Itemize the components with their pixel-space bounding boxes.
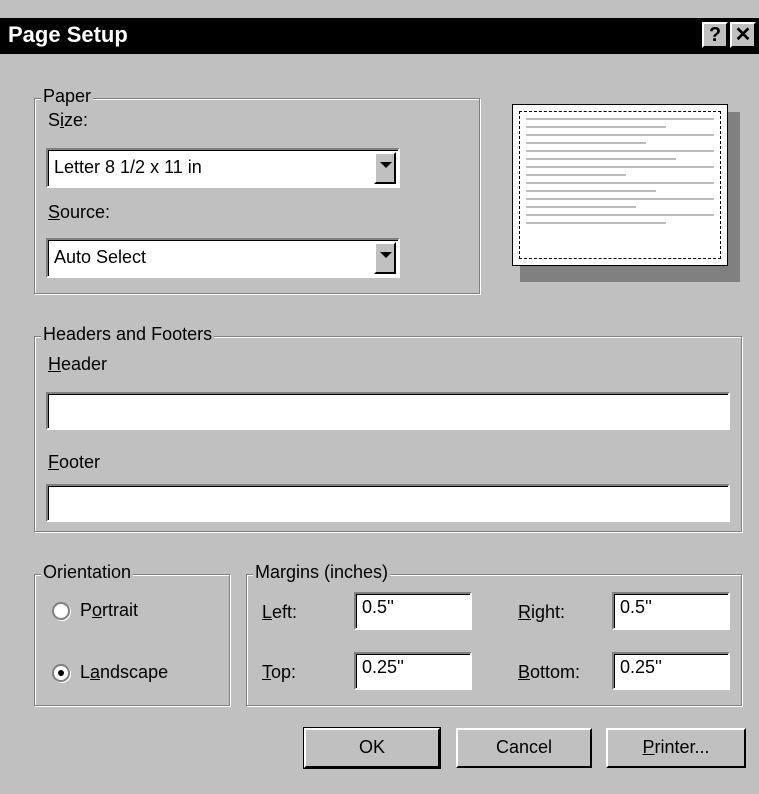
paper-source-select[interactable]: Auto Select bbox=[46, 238, 400, 278]
landscape-radio[interactable] bbox=[52, 664, 70, 682]
chevron-down-icon[interactable] bbox=[374, 242, 396, 274]
title-bar: Page Setup ? ✕ bbox=[0, 18, 759, 54]
page-setup-dialog: Page Setup ? ✕ Paper Size: Letter 8 1/2 … bbox=[0, 0, 759, 794]
landscape-label[interactable]: Landscape bbox=[80, 662, 168, 683]
portrait-radio[interactable] bbox=[52, 602, 70, 620]
page-preview-margins bbox=[519, 111, 721, 259]
headers-footers-legend: Headers and Footers bbox=[41, 324, 215, 345]
left-margin-label: Left: bbox=[262, 602, 298, 622]
bottom-margin-input[interactable]: 0.25'' bbox=[612, 652, 730, 690]
portrait-label[interactable]: Portrait bbox=[80, 600, 138, 621]
left-margin-input[interactable]: 0.5'' bbox=[354, 592, 472, 630]
close-icon: ✕ bbox=[734, 24, 752, 46]
header-label: Header bbox=[48, 354, 108, 374]
page-preview bbox=[512, 104, 728, 266]
footer-input[interactable] bbox=[46, 484, 730, 522]
margins-legend: Margins (inches) bbox=[253, 562, 391, 583]
help-button[interactable]: ? bbox=[702, 22, 728, 48]
paper-source-value: Auto Select bbox=[54, 247, 147, 267]
chevron-down-icon[interactable] bbox=[374, 152, 396, 184]
close-button[interactable]: ✕ bbox=[730, 22, 756, 48]
top-margin-input[interactable]: 0.25'' bbox=[354, 652, 472, 690]
orientation-legend: Orientation bbox=[41, 562, 134, 583]
orientation-group: Orientation bbox=[34, 562, 230, 706]
cancel-button[interactable]: Cancel bbox=[456, 728, 592, 768]
source-label: Source: bbox=[48, 202, 111, 222]
right-margin-label: Right: bbox=[518, 602, 566, 622]
radio-selected-dot bbox=[58, 670, 64, 676]
footer-label: Footer bbox=[48, 452, 101, 472]
printer-button[interactable]: Printer... bbox=[606, 728, 746, 768]
bottom-margin-label: Bottom: bbox=[518, 662, 581, 682]
paper-size-value: Letter 8 1/2 x 11 in bbox=[54, 157, 202, 177]
right-margin-input[interactable]: 0.5'' bbox=[612, 592, 730, 630]
dialog-title: Page Setup bbox=[8, 22, 128, 47]
ok-button[interactable]: OK bbox=[303, 727, 441, 769]
help-icon: ? bbox=[708, 24, 722, 46]
header-input[interactable] bbox=[46, 392, 730, 430]
paper-size-select[interactable]: Letter 8 1/2 x 11 in bbox=[46, 148, 400, 188]
top-margin-label: Top: bbox=[262, 662, 297, 682]
size-label: Size: bbox=[48, 110, 89, 130]
paper-legend: Paper bbox=[41, 86, 94, 107]
